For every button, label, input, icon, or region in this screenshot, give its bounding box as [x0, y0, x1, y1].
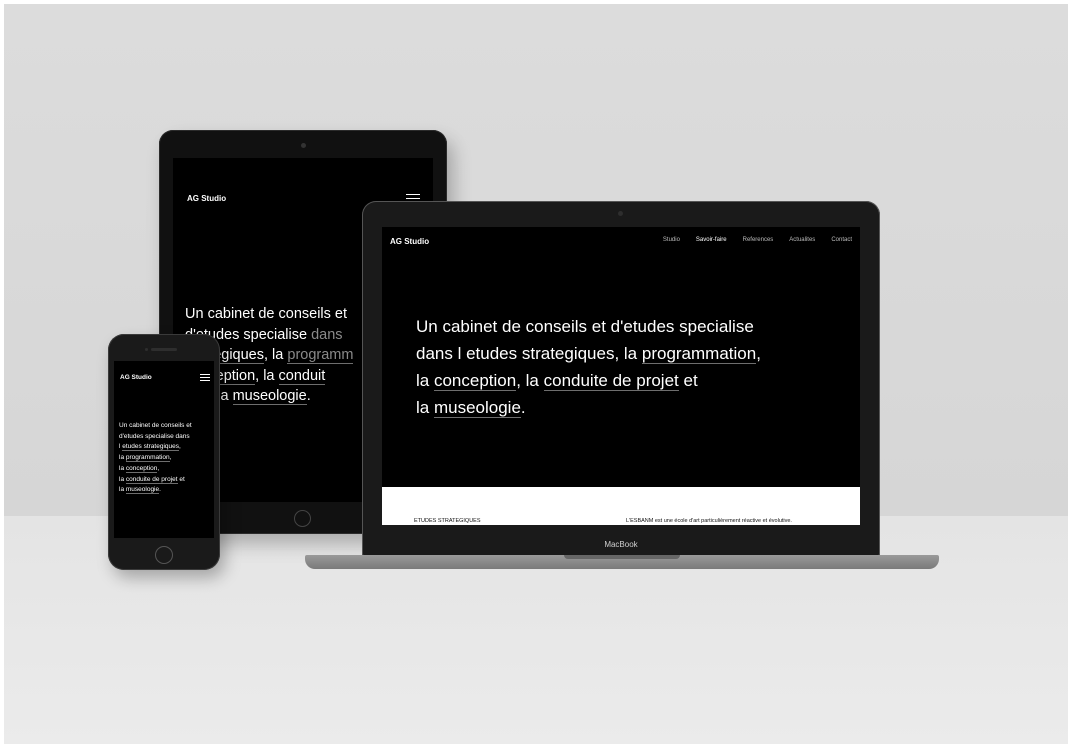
phone-headline: Un cabinet de conseils et d'etudes speci… [119, 421, 214, 496]
nav-actualites[interactable]: Actualites [789, 237, 815, 243]
nav-contact[interactable]: Contact [831, 237, 852, 243]
headline-text: . [306, 388, 311, 404]
section-description: L'ESBANM est une école d'art particulièr… [626, 518, 792, 524]
laptop-brand-logo[interactable]: AG Studio [390, 237, 429, 246]
headline-text: la [119, 486, 126, 494]
product-mockup-scene: AG Studio Un cabinet de conseils et d'et… [4, 4, 1068, 744]
link-museologie[interactable]: museologie [125, 486, 160, 495]
phone-speaker [151, 348, 177, 351]
headline-text: la [119, 454, 126, 462]
nav-studio[interactable]: Studio [663, 237, 680, 243]
phone-camera [145, 348, 148, 351]
link-programmation[interactable]: programm [287, 347, 354, 364]
link-conception[interactable]: conception [125, 464, 158, 473]
laptop-device: AG Studio Studio Savoir-faire References… [362, 201, 880, 556]
link-museologie[interactable]: museologie [433, 398, 521, 418]
headline-text: , [756, 344, 761, 363]
laptop-screen: AG Studio Studio Savoir-faire References… [382, 227, 860, 525]
headline-text: , [169, 454, 172, 462]
headline-text: . [159, 486, 161, 494]
nav-references[interactable]: References [743, 237, 774, 243]
laptop-headline: Un cabinet de conseils et d'etudes speci… [416, 313, 836, 421]
headline-text: , [157, 464, 160, 472]
headline-text: dans [311, 326, 343, 343]
section-heading: ETUDES STRATEGIQUES [414, 518, 481, 524]
phone-screen: AG Studio Un cabinet de conseils et d'et… [114, 361, 214, 538]
link-conduite[interactable]: conduit [278, 367, 326, 385]
main-nav: Studio Savoir-faire References Actualite… [663, 237, 852, 243]
headline-text: la [119, 475, 126, 483]
headline-text: . [520, 398, 526, 417]
link-programmation[interactable]: programmation [125, 454, 170, 463]
link-museologie[interactable]: museologie [232, 388, 307, 405]
link-etudes-strategiques[interactable]: etudes strategiques [122, 443, 179, 452]
nav-savoir-faire[interactable]: Savoir-faire [696, 237, 727, 243]
tablet-camera [301, 143, 306, 148]
headline-text: , [178, 443, 181, 451]
headline-text: , la [255, 367, 279, 384]
content-section: ETUDES STRATEGIQUES L'ESBANM est une éco… [382, 487, 860, 525]
headline-text: et [678, 371, 698, 390]
link-programmation[interactable]: programmation [641, 344, 757, 364]
headline-text: , la [516, 371, 544, 390]
hamburger-menu-icon[interactable] [200, 374, 210, 381]
headline-text: la [416, 371, 434, 390]
headline-text: Un cabinet de conseils et [119, 422, 192, 429]
headline-text: Un cabinet de conseils et [185, 306, 348, 322]
headline-text: , la [264, 347, 288, 363]
headline-text: d'etudes specialise dans [119, 432, 190, 440]
laptop-notch [564, 555, 680, 559]
tablet-home-button [294, 510, 311, 527]
phone-device: AG Studio Un cabinet de conseils et d'et… [108, 334, 220, 570]
headline-text: Un cabinet de conseils et d'etudes speci… [416, 317, 754, 336]
link-conduite-de-projet[interactable]: conduite de projet [125, 475, 178, 484]
laptop-base [305, 555, 939, 569]
macbook-label: MacBook [604, 540, 638, 549]
phone-home-button [155, 546, 173, 564]
headline-text: la [119, 464, 126, 472]
headline-text: et [177, 475, 185, 483]
link-conception[interactable]: conception [433, 371, 517, 391]
phone-brand-logo[interactable]: AG Studio [120, 374, 152, 381]
headline-text: la [416, 398, 434, 417]
laptop-camera [618, 211, 623, 216]
tablet-brand-logo[interactable]: AG Studio [187, 194, 226, 203]
headline-text: dans l etudes strategiques, la [416, 344, 642, 363]
link-conduite-de-projet[interactable]: conduite de projet [543, 371, 679, 391]
